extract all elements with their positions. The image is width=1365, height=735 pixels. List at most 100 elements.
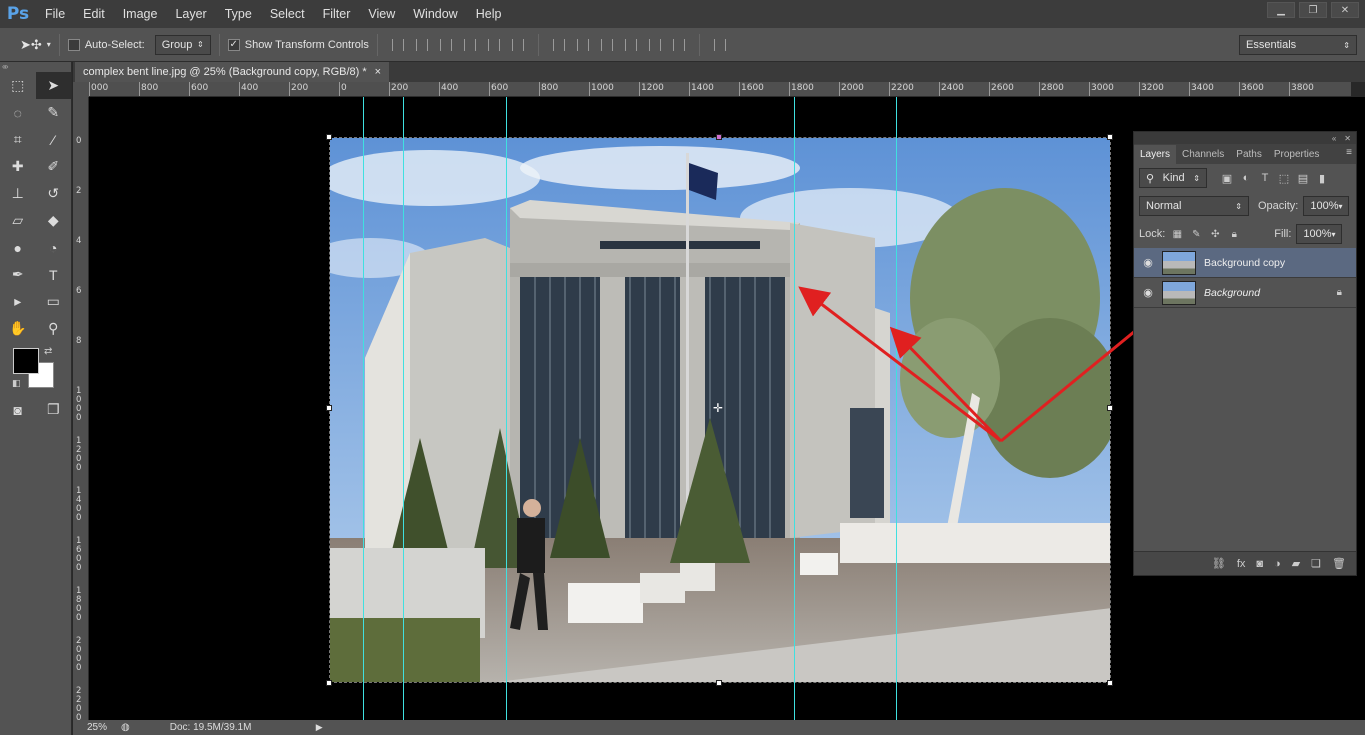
align-bottom-icon[interactable] (438, 37, 454, 53)
paint-bucket-tool-icon[interactable]: ◆ (36, 207, 72, 234)
distribute-bottom-icon[interactable] (599, 37, 615, 53)
lock-position-icon[interactable]: ✣ (1208, 227, 1222, 241)
quick-selection-tool-icon[interactable]: ✎ (36, 99, 72, 126)
distribute-left-icon[interactable] (623, 37, 639, 53)
adjustment-layer-icon[interactable]: ◑ (1274, 558, 1281, 570)
filter-smart-object-icon[interactable]: ▤ (1296, 171, 1310, 185)
collapse-icon[interactable]: « (2, 62, 6, 71)
collapse-icon[interactable]: » (0, 62, 71, 72)
panel-menu-icon[interactable]: ≡ (1346, 147, 1352, 158)
foreground-color[interactable] (13, 348, 39, 374)
tab-properties[interactable]: Properties (1268, 145, 1326, 164)
add-mask-icon[interactable]: ◙ (1256, 558, 1263, 570)
zoom-tool-icon[interactable]: ⚲ (36, 315, 72, 342)
lasso-tool-icon[interactable]: ◌ (0, 99, 36, 126)
menu-help[interactable]: Help (467, 0, 511, 28)
default-colors-icon[interactable]: ◧ (12, 378, 21, 389)
filter-shape-icon[interactable]: ⬚ (1277, 171, 1291, 185)
menu-select[interactable]: Select (261, 0, 314, 28)
auto-align-icon[interactable] (712, 37, 728, 53)
eyedropper-tool-icon[interactable]: ⁄ (36, 126, 72, 153)
healing-brush-tool-icon[interactable]: ✚ (0, 153, 36, 180)
menu-edit[interactable]: Edit (74, 0, 114, 28)
minimize-icon[interactable]: ▁ (1267, 2, 1295, 18)
path-selection-tool-icon[interactable]: ▸ (0, 288, 36, 315)
document-tab[interactable]: complex bent line.jpg @ 25% (Background … (75, 62, 390, 82)
link-layers-icon[interactable]: ⛓ (1212, 557, 1226, 570)
align-hcenter-icon[interactable] (486, 37, 502, 53)
new-group-icon[interactable]: ▰ (1292, 557, 1300, 570)
layer-row[interactable]: ◉ Background copy (1134, 248, 1356, 278)
menu-type[interactable]: Type (216, 0, 261, 28)
menu-window[interactable]: Window (404, 0, 466, 28)
filter-adjustment-icon[interactable]: ◐ (1239, 171, 1253, 185)
ruler-horizontal[interactable]: 000 800 600 400 200 0 200 400 600 800 1000 1200 1400… (89, 82, 1351, 97)
menu-image[interactable]: Image (114, 0, 167, 28)
hand-tool-icon[interactable]: ✋ (0, 315, 36, 342)
distribute-hcenter-icon[interactable] (647, 37, 663, 53)
distribute-top-icon[interactable] (551, 37, 567, 53)
status-bar: 25% ◍ Doc: 19.5M/39.1M ▶ (73, 720, 1365, 735)
options-bar: ➤✣ ▾ Auto-Select: Group ⇕ ✓ Show Transfo… (0, 28, 1365, 62)
delete-layer-icon[interactable]: 🗑︎ (1332, 557, 1346, 570)
blur-tool-icon[interactable]: ● (0, 234, 36, 261)
visibility-eye-icon[interactable]: ◉ (1134, 256, 1162, 269)
menu-layer[interactable]: Layer (166, 0, 215, 28)
tab-paths[interactable]: Paths (1230, 145, 1268, 164)
type-tool-icon[interactable]: T (36, 261, 72, 288)
close-tab-icon[interactable]: × (375, 66, 381, 78)
blend-mode-dropdown[interactable]: Normal ⇕ (1139, 196, 1249, 216)
lock-all-icon[interactable]: 🔒︎ (1227, 227, 1241, 241)
distribute-right-icon[interactable] (671, 37, 687, 53)
brush-tool-icon[interactable]: ✐ (36, 153, 72, 180)
new-layer-icon[interactable]: ❏ (1311, 557, 1321, 570)
layer-style-icon[interactable]: fx (1237, 558, 1246, 570)
clone-stamp-tool-icon[interactable]: ⊥ (0, 180, 36, 207)
lock-image-icon[interactable]: ✎ (1189, 227, 1203, 241)
dodge-tool-icon[interactable]: ◔ (36, 234, 72, 261)
layer-row[interactable]: ◉ Background 🔒︎ (1134, 278, 1356, 308)
collapse-icon[interactable]: « (1332, 134, 1336, 143)
eraser-tool-icon[interactable]: ▱ (0, 207, 36, 234)
close-icon[interactable]: ✕ (1344, 134, 1351, 143)
arrow-right-icon[interactable]: ▶ (316, 722, 323, 733)
menu-file[interactable]: File (36, 0, 74, 28)
auto-select-dropdown[interactable]: Group ⇕ (154, 34, 211, 55)
auto-select-checkbox[interactable] (67, 38, 80, 51)
marquee-tool-icon[interactable]: ⬚ (0, 72, 36, 99)
quick-mask-icon[interactable]: ◙ (0, 396, 36, 423)
pen-tool-icon[interactable]: ✒ (0, 261, 36, 288)
align-right-icon[interactable] (510, 37, 526, 53)
screen-mode-icon[interactable]: ❐ (36, 396, 72, 423)
close-icon[interactable]: ✕ (1331, 2, 1359, 18)
restore-icon[interactable]: ❐ (1299, 2, 1327, 18)
ruler-vertical[interactable]: 0 2 4 6 8 1000 1200 1400 1600 1800 2000 2200 (73, 97, 89, 720)
workspace-dropdown[interactable]: Essentials ⇕ (1239, 35, 1357, 55)
distribute-vcenter-icon[interactable] (575, 37, 591, 53)
menu-filter[interactable]: Filter (314, 0, 360, 28)
align-vcenter-icon[interactable] (414, 37, 430, 53)
filter-type-icon[interactable]: T (1258, 171, 1272, 185)
fill-field[interactable]: 100% ▾ (1296, 224, 1343, 244)
rectangle-tool-icon[interactable]: ▭ (36, 288, 72, 315)
tab-channels[interactable]: Channels (1176, 145, 1230, 164)
menu-view[interactable]: View (359, 0, 404, 28)
ruler-label: 8 (76, 336, 82, 346)
move-tool-icon[interactable]: ➤ (35, 72, 71, 99)
filter-pixel-icon[interactable]: ▣ (1220, 171, 1234, 185)
align-left-icon[interactable] (462, 37, 478, 53)
opacity-field[interactable]: 100% ▾ (1303, 196, 1350, 216)
zoom-level[interactable]: 25% (73, 722, 121, 733)
swap-colors-icon[interactable]: ⇄ (44, 346, 52, 357)
filter-toggle-icon[interactable]: ▮ (1315, 171, 1329, 185)
lock-transparent-icon[interactable]: ▦ (1170, 227, 1184, 241)
show-transform-checkbox[interactable]: ✓ (227, 38, 240, 51)
filter-kind-dropdown[interactable]: ⚲ Kind ⇕ (1139, 168, 1207, 188)
history-brush-tool-icon[interactable]: ↺ (36, 180, 72, 207)
visibility-eye-icon[interactable]: ◉ (1134, 286, 1162, 299)
crop-tool-icon[interactable]: ⌗ (0, 126, 36, 153)
align-top-icon[interactable] (390, 37, 406, 53)
tab-layers[interactable]: Layers (1134, 145, 1177, 164)
move-tool-preset[interactable]: ➤✣ ▾ (20, 37, 51, 53)
proof-icon[interactable]: ◍ (121, 722, 130, 733)
